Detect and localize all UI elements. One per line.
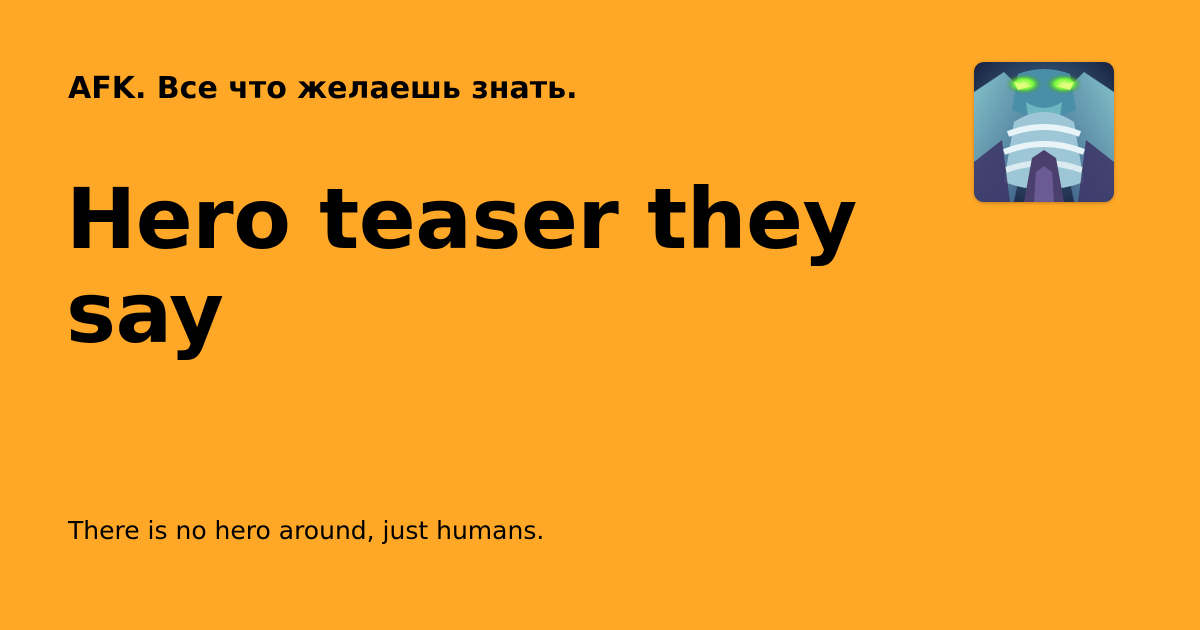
post-title: Hero teaser they say [66,170,857,362]
channel-avatar [974,62,1114,202]
share-card: AFK. Все что желаешь знать. Hero teaser … [0,0,1200,630]
hero-portrait-icon [974,62,1114,202]
channel-name: AFK. Все что желаешь знать. [68,71,578,106]
post-excerpt: There is no hero around, just humans. [68,516,545,545]
